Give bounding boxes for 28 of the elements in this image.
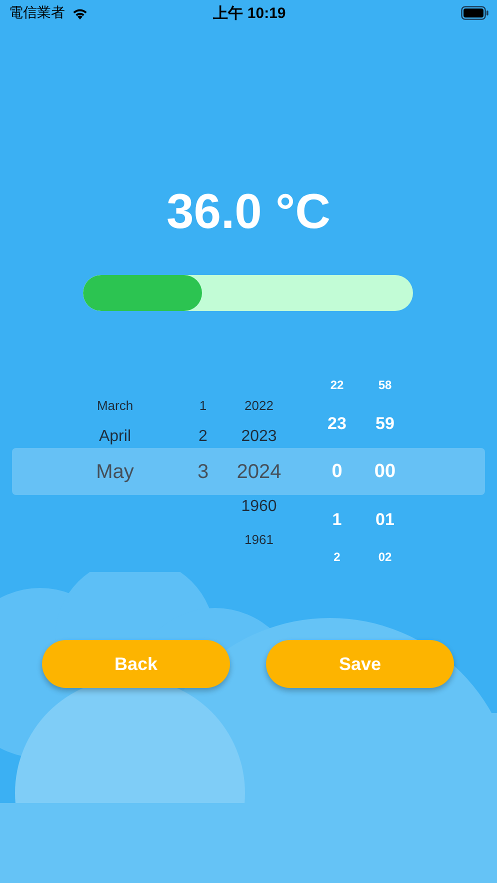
picker-item[interactable]: 1960 (241, 498, 277, 516)
picker-item[interactable]: 2024 (236, 460, 282, 484)
temperature-reading: 36.0 °C (166, 184, 330, 240)
picker-item[interactable]: March (96, 398, 134, 412)
picker-item[interactable]: 00 (374, 461, 396, 483)
picker-item[interactable]: 1 (332, 510, 342, 530)
picker-item[interactable]: 22 (330, 378, 344, 392)
picker-item[interactable]: 0 (332, 461, 342, 483)
picker-item[interactable]: 23 (328, 414, 346, 434)
carrier-name: 電信業者 (9, 4, 65, 22)
picker-item[interactable]: 1961 (244, 532, 274, 546)
picker-item[interactable]: 2022 (244, 398, 274, 412)
picker-item[interactable]: 1 (199, 398, 207, 412)
action-button[interactable]: Back (42, 640, 230, 688)
picker-item[interactable]: 02 (378, 550, 392, 564)
picker-item[interactable]: 2 (334, 550, 340, 564)
picker-item[interactable]: 2023 (241, 428, 277, 446)
picker-item[interactable]: May (96, 460, 134, 484)
wifi-icon (71, 6, 89, 20)
status-time: 上午 10:19 (213, 4, 286, 22)
picker-item[interactable]: 58 (378, 378, 392, 392)
picker-item[interactable]: 01 (376, 510, 394, 530)
action-button[interactable]: Save (266, 640, 454, 688)
picker-item[interactable]: April (98, 428, 131, 446)
picker-item[interactable]: 2 (198, 428, 208, 446)
picker-item[interactable]: 3 (197, 460, 209, 484)
picker-item[interactable]: 59 (376, 414, 394, 434)
battery-icon (460, 6, 489, 20)
